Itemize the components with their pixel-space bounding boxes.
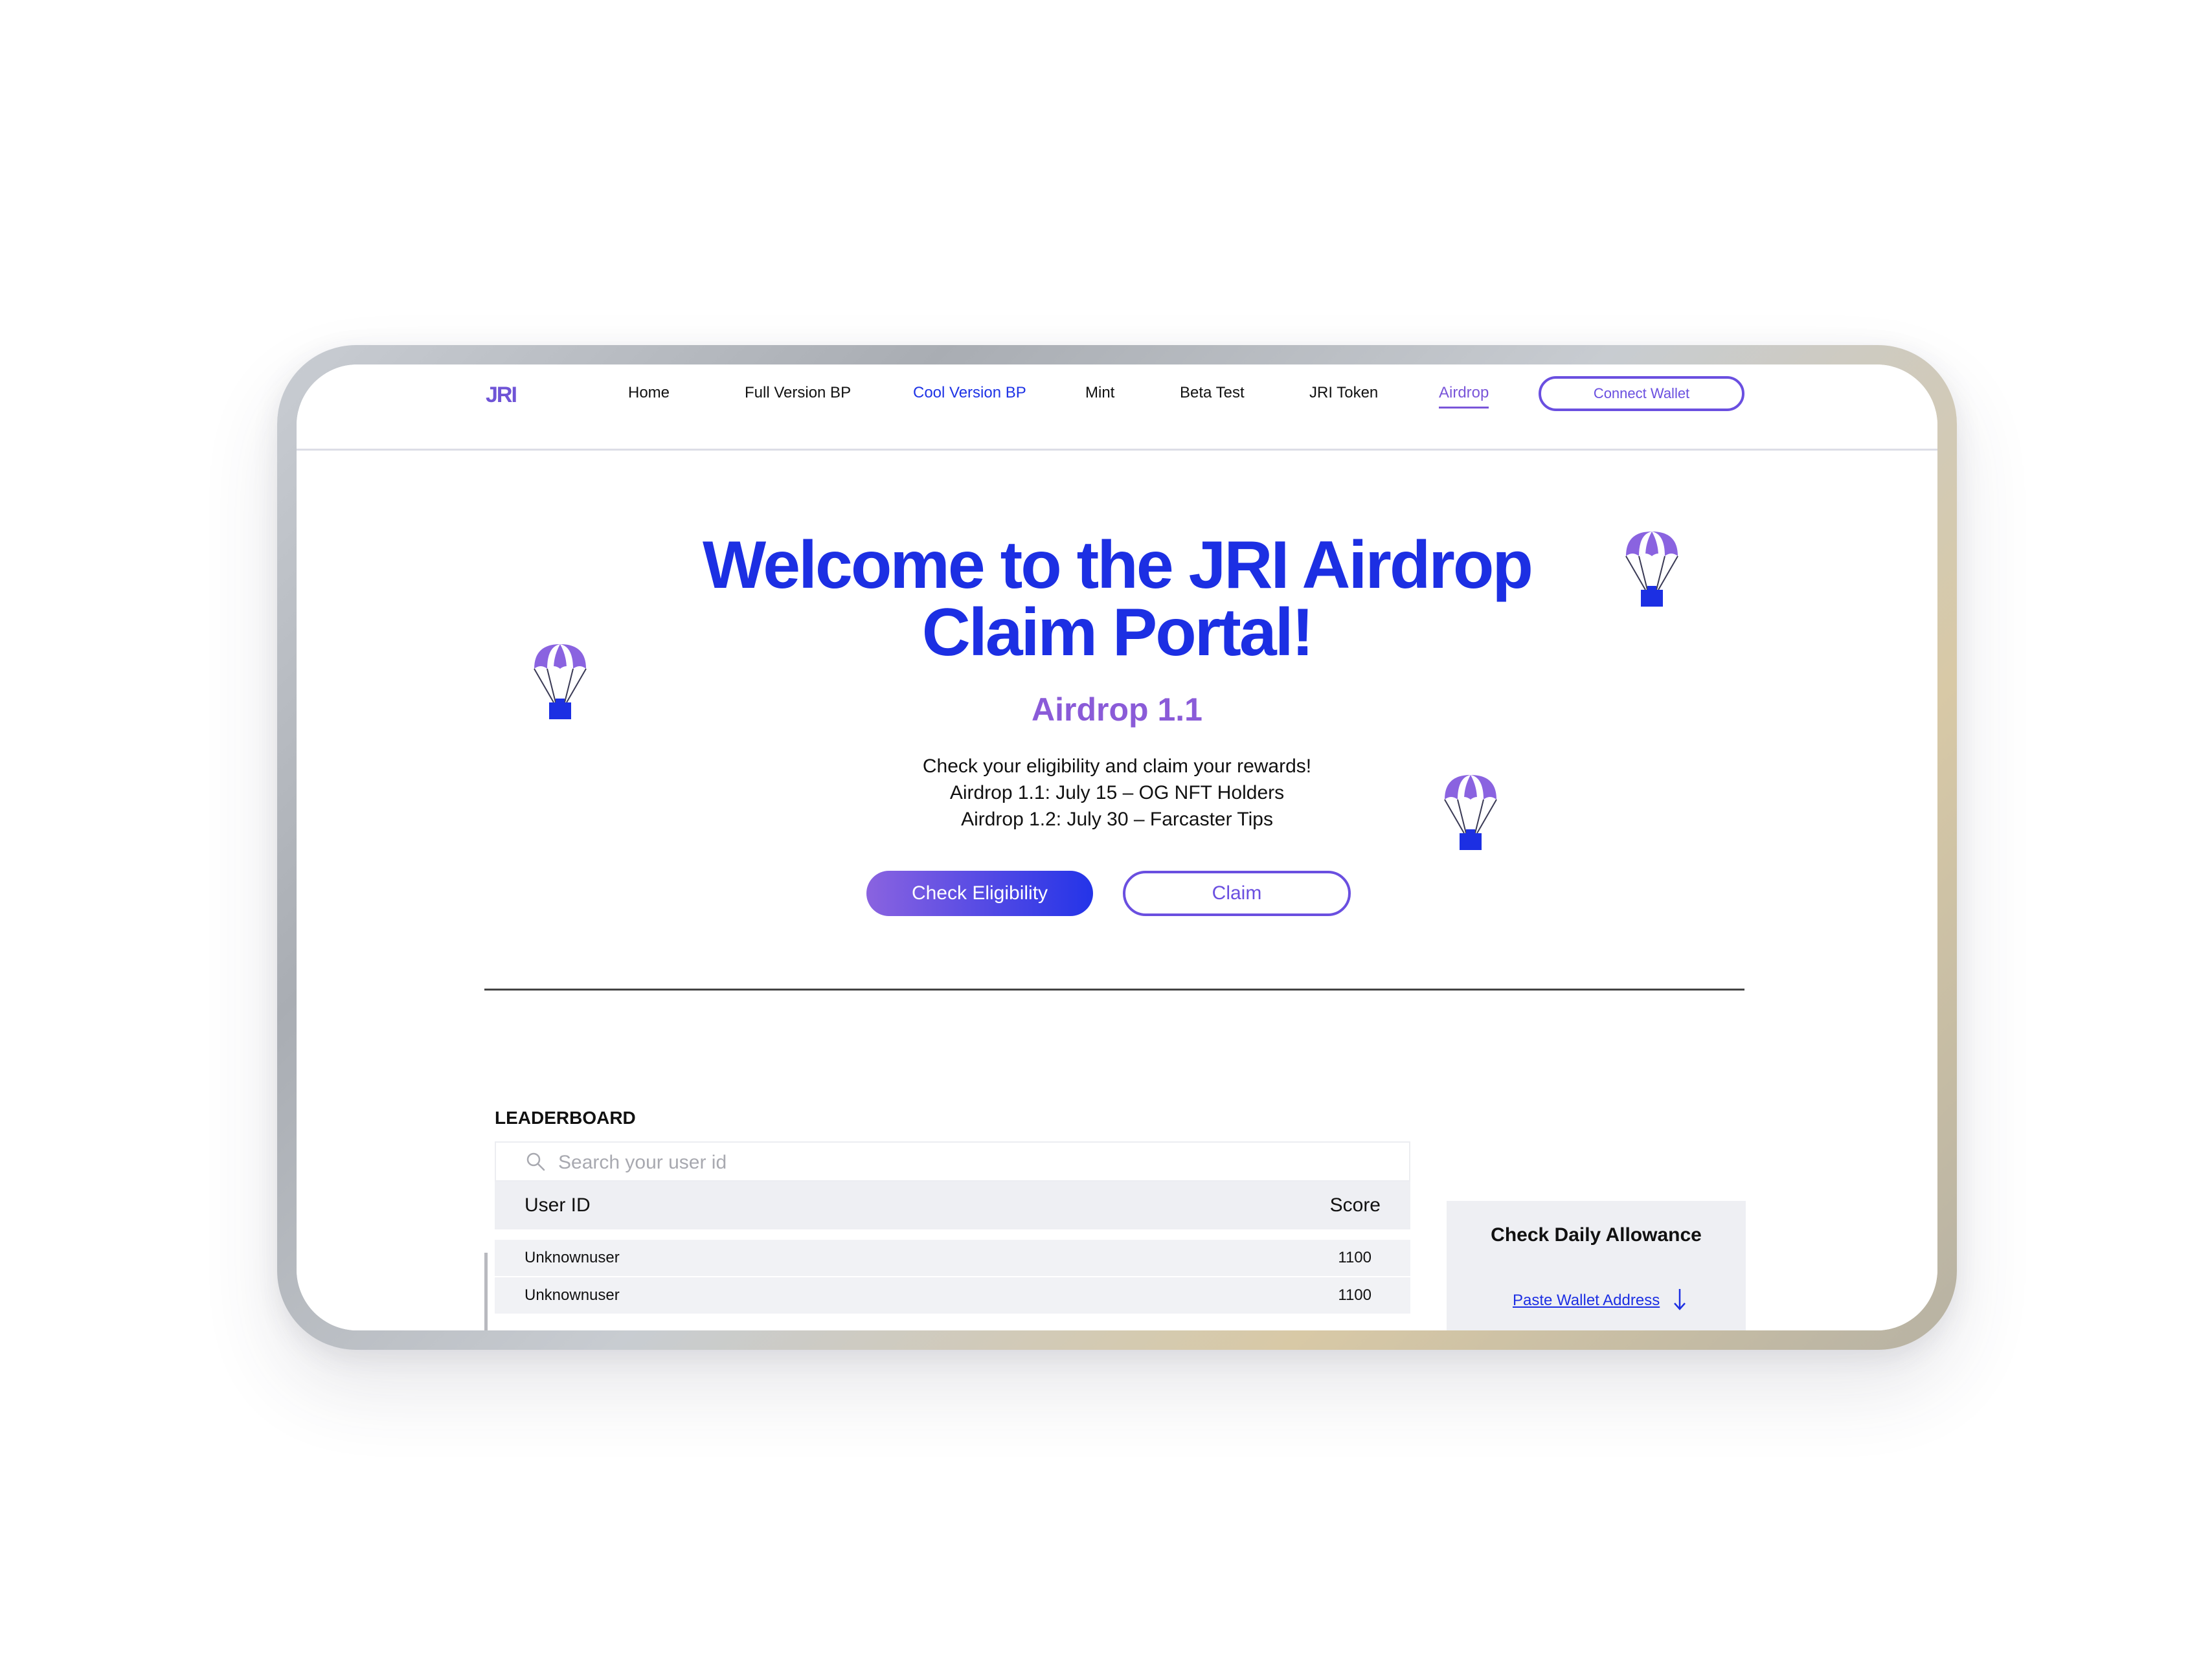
column-header-score[interactable]: Score	[1330, 1194, 1381, 1216]
page-title-line-1: Welcome to the JRI Airdrop	[703, 528, 1533, 603]
hero-description-line: Airdrop 1.2: July 30 – Farcaster Tips	[961, 809, 1273, 830]
hero-description-line: Check your eligibility and claim your re…	[922, 756, 1312, 777]
nav-item-beta-test[interactable]: Beta Test	[1180, 384, 1245, 402]
page-title-line-2: Claim Portal!	[921, 595, 1314, 670]
table-row[interactable]: Unknownuser 1100	[495, 1240, 1410, 1276]
nav-item-airdrop[interactable]: Airdrop	[1439, 384, 1489, 409]
score-cell: 1100	[1338, 1249, 1371, 1266]
leaderboard-search-input[interactable]: Search your user id	[495, 1141, 1410, 1182]
active-tab-underline	[1439, 407, 1489, 409]
leaderboard-title: LEADERBOARD	[495, 1108, 636, 1128]
connect-wallet-button[interactable]: Connect Wallet	[1539, 376, 1744, 411]
check-eligibility-button[interactable]: Check Eligibility	[866, 871, 1093, 916]
device-screen: JRI Home Full Version BP Cool Version BP…	[297, 364, 1937, 1330]
airdrop-version-heading: Airdrop 1.1	[1032, 691, 1202, 728]
nav-item-airdrop-label: Airdrop	[1439, 384, 1489, 401]
arrow-down-icon	[1674, 1289, 1686, 1310]
score-cell: 1100	[1338, 1286, 1371, 1304]
nav-item-home[interactable]: Home	[628, 384, 670, 402]
paste-wallet-address-link[interactable]: Paste Wallet Address	[1513, 1292, 1660, 1310]
nav-item-mint[interactable]: Mint	[1085, 384, 1114, 402]
leaderboard-scrollbar[interactable]	[484, 1253, 488, 1330]
hero-description: Check your eligibility and claim your re…	[297, 753, 1937, 833]
device-frame: JRI Home Full Version BP Cool Version BP…	[277, 345, 1957, 1350]
table-row[interactable]: Unknownuser 1100	[495, 1277, 1410, 1314]
hero-description-line: Airdrop 1.1: July 15 – OG NFT Holders	[949, 782, 1285, 803]
column-header-user-id[interactable]: User ID	[525, 1194, 591, 1216]
airdrop-page: JRI Home Full Version BP Cool Version BP…	[297, 364, 1937, 1330]
daily-allowance-card: Check Daily Allowance Paste Wallet Addre…	[1447, 1201, 1746, 1330]
nav-item-jri-token[interactable]: JRI Token	[1309, 384, 1378, 402]
user-id-cell: Unknownuser	[525, 1249, 620, 1266]
jri-logo[interactable]: JRI	[486, 383, 517, 408]
nav-item-cool-version-bp[interactable]: Cool Version BP	[913, 384, 1026, 402]
daily-allowance-title: Check Daily Allowance	[1491, 1224, 1702, 1246]
search-icon	[526, 1152, 545, 1171]
section-divider	[484, 989, 1744, 991]
claim-button[interactable]: Claim	[1123, 871, 1351, 916]
leaderboard-header-row: User ID Score	[495, 1182, 1410, 1229]
search-placeholder: Search your user id	[558, 1152, 727, 1173]
page-title: Welcome to the JRI Airdrop Claim Portal!	[297, 532, 1937, 666]
top-nav: JRI Home Full Version BP Cool Version BP…	[297, 364, 1937, 451]
nav-item-full-version-bp[interactable]: Full Version BP	[745, 384, 851, 402]
user-id-cell: Unknownuser	[525, 1286, 620, 1304]
